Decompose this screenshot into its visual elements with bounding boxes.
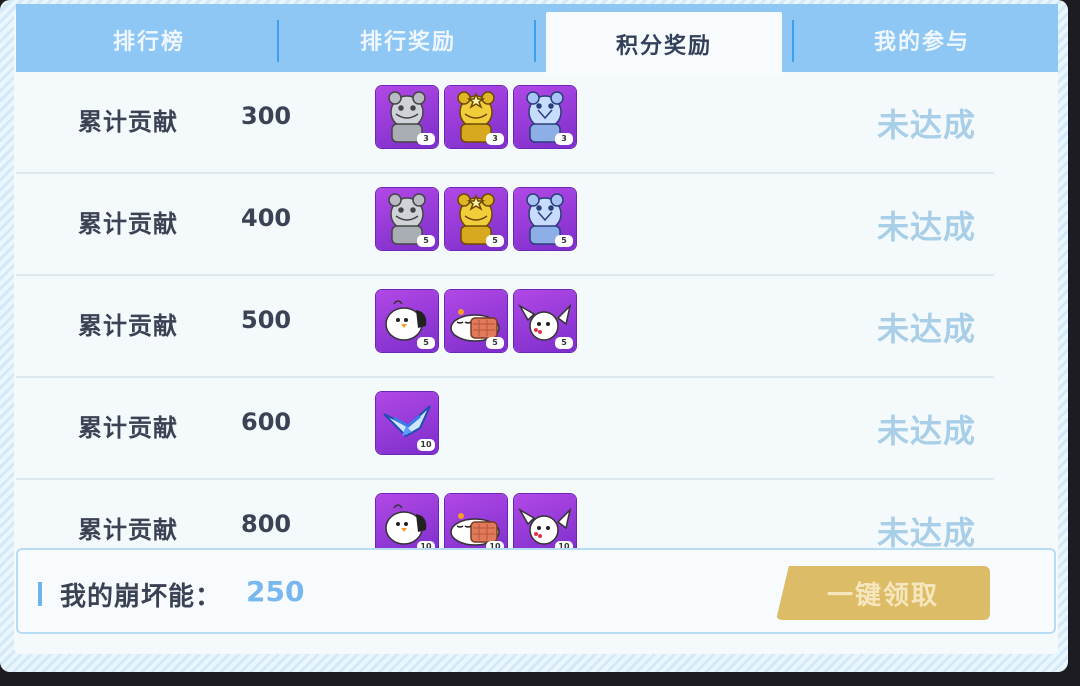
reward-item[interactable]: 5 [445,188,507,250]
contribution-threshold: 800 [241,510,292,538]
tab-my-participation[interactable]: 我的参与 [792,8,1052,72]
contribution-threshold: 400 [241,204,292,232]
contribution-label: 累计贡献 [78,210,178,238]
honkai-energy-value: 250 [246,575,305,608]
reward-item[interactable]: 3 [514,86,576,148]
item-count-badge: 5 [555,337,573,349]
item-count-badge: 5 [555,235,573,247]
contribution-threshold: 600 [241,408,292,436]
tab-divider [534,20,536,62]
item-count-badge: 10 [555,541,573,548]
reward-item[interactable]: 5 [376,188,438,250]
contribution-label: 累计贡献 [78,108,178,136]
reward-item[interactable]: 3 [376,86,438,148]
item-count-badge: 3 [417,133,435,145]
reward-items: 10 10 10 [376,494,576,548]
reward-items: 5 5 5 [376,290,576,352]
item-count-badge: 10 [486,541,504,548]
reward-row: 累计贡献 300 3 3 3 未达成 [16,72,1016,174]
item-count-badge: 5 [417,235,435,247]
contribution-label: 累计贡献 [78,414,178,442]
reward-list[interactable]: 累计贡献 300 3 3 3 未达成 累计贡献 400 5 5 5 未达成 累计贡献 500 5 5 5 未达成累… [16,72,1016,548]
reward-items: 10 [376,392,438,454]
reward-item[interactable]: 10 [376,392,438,454]
reward-row: 累计贡献 400 5 5 5 未达成 [16,174,1016,276]
item-count-badge: 3 [555,133,573,145]
claim-all-button[interactable]: 一键领取 [776,566,990,620]
status-not-reached: 未达成 [876,208,976,246]
reward-items: 3 3 3 [376,86,576,148]
reward-row: 累计贡献 800 10 10 10 未达成 [16,480,1016,548]
reward-item[interactable]: 5 [376,290,438,352]
item-count-badge: 5 [417,337,435,349]
footer-accent-bar [38,582,42,606]
item-count-badge: 3 [486,133,504,145]
tab-points-rewards[interactable]: 积分奖励 [546,12,782,76]
reward-item[interactable]: 10 [445,494,507,548]
reward-item[interactable]: 5 [514,290,576,352]
contribution-threshold: 300 [241,102,292,130]
tab-leaderboard[interactable]: 排行榜 [19,8,279,72]
item-count-badge: 5 [486,235,504,247]
item-count-badge: 10 [417,439,435,451]
status-not-reached: 未达成 [876,106,976,144]
tab-bar: 排行榜 排行奖励 积分奖励 我的参与 [16,4,1058,76]
honkai-energy-label: 我的崩坏能： [60,582,223,612]
reward-row: 累计贡献 500 5 5 5 未达成 [16,276,1016,378]
reward-row: 累计贡献 600 10 未达成 [16,378,1016,480]
status-not-reached: 未达成 [876,412,976,450]
footer-bar: 我的崩坏能： 250 一键领取 [16,548,1056,634]
contribution-label: 累计贡献 [78,312,178,340]
item-count-badge: 5 [486,337,504,349]
tab-rank-rewards[interactable]: 排行奖励 [278,8,538,72]
status-not-reached: 未达成 [876,514,976,548]
item-count-badge: 10 [417,541,435,548]
contribution-label: 累计贡献 [78,516,178,544]
reward-item[interactable]: 5 [514,188,576,250]
reward-item[interactable]: 10 [376,494,438,548]
contribution-threshold: 500 [241,306,292,334]
reward-item[interactable]: 10 [514,494,576,548]
reward-items: 5 5 5 [376,188,576,250]
reward-item[interactable]: 5 [445,290,507,352]
reward-item[interactable]: 3 [445,86,507,148]
status-not-reached: 未达成 [876,310,976,348]
